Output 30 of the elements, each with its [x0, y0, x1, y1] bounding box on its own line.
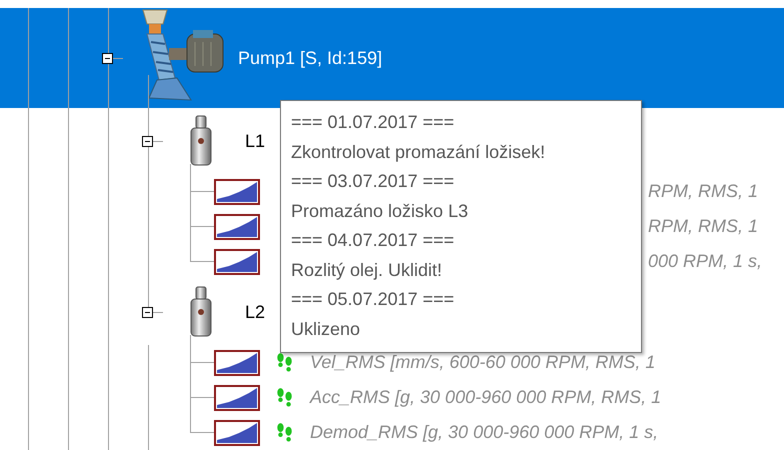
node-label: Acc_RMS [g, 30 000-960 000 RPM, RMS, 1: [310, 387, 662, 408]
collapse-button[interactable]: [102, 52, 113, 64]
node-label: L2: [245, 302, 266, 322]
node-label: RPM, RMS, 1: [648, 216, 758, 237]
tooltip-line: Uklizeno: [291, 318, 362, 340]
tooltip-line: === 05.07.2017 ===: [291, 288, 456, 311]
chart-icon: [214, 214, 260, 240]
node-label: Pump1 [S, Id:159]: [238, 48, 382, 68]
collapse-button[interactable]: [142, 306, 153, 318]
footprints-icon: [276, 422, 294, 444]
chart-icon: [214, 178, 260, 204]
collapse-button[interactable]: [142, 136, 153, 146]
node-label: Vel_RMS [mm/s, 600-60 000 RPM, RMS, 1: [310, 352, 656, 373]
node-label: RPM, RMS, 1: [648, 181, 758, 202]
chart-icon: [214, 384, 260, 410]
tooltip-line: === 01.07.2017 ===: [291, 111, 456, 134]
tooltip-line: Zkontrolovat promazání ložisek!: [291, 140, 546, 164]
footprints-icon: [276, 352, 294, 374]
tree-row[interactable]: Pump1 [S, Id:159]: [0, 8, 784, 108]
tooltip-line: === 04.07.2017 ===: [291, 229, 456, 252]
node-label: Demod_RMS [g, 30 000-960 000 RPM, 1 s,: [310, 422, 658, 443]
footprints-icon: [276, 386, 294, 408]
chart-icon: [214, 420, 260, 446]
node-label: L1: [245, 130, 266, 152]
tooltip-line: Rozlitý olej. Uklidit!: [291, 258, 444, 282]
node-label: 000 RPM, 1 s,: [648, 251, 762, 272]
chart-icon: [214, 248, 260, 274]
tooltip-line: === 03.07.2017 ===: [291, 170, 456, 193]
tooltip-line: Promazáno ložisko L3: [291, 200, 470, 222]
chart-icon: [214, 350, 260, 376]
